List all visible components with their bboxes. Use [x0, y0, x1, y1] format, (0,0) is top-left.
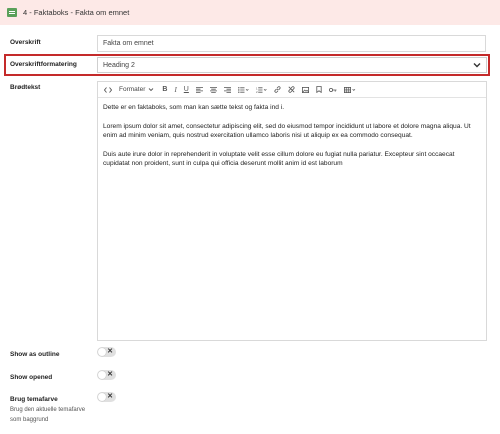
toggle-knob — [98, 393, 106, 401]
bold-icon[interactable]: B — [162, 85, 167, 95]
formats-chevron-icon — [149, 88, 154, 92]
show-opened-label: Show opened — [10, 374, 53, 381]
align-right-icon[interactable] — [223, 85, 231, 95]
toggle-knob — [98, 371, 106, 379]
block-title: 4 - Faktaboks - Fakta om emnet — [23, 8, 130, 17]
unlink-icon[interactable] — [288, 85, 295, 95]
editor-content[interactable]: Dette er en faktaboks, som man kan sætte… — [98, 98, 486, 183]
svg-text:2: 2 — [256, 89, 258, 92]
formats-dropdown[interactable]: Formater — [119, 85, 154, 95]
key-link-icon[interactable] — [328, 85, 337, 95]
close-icon: ✕ — [107, 371, 113, 378]
italic-icon[interactable]: I — [174, 85, 176, 95]
bookmark-icon[interactable] — [316, 85, 322, 95]
editor-toolbar: Formater B I U 12 — [98, 82, 486, 98]
underline-icon[interactable]: U — [184, 85, 189, 95]
close-icon: ✕ — [107, 348, 113, 355]
align-center-icon[interactable] — [209, 85, 217, 95]
temafarve-label: Brug temafarve — [10, 396, 58, 403]
rich-text-editor[interactable]: Formater B I U 12 Dette er en faktaboks,… — [97, 81, 487, 341]
link-icon[interactable] — [274, 85, 281, 95]
bullet-list-icon[interactable] — [237, 85, 249, 95]
brodtekst-label: Brødtekst — [10, 84, 41, 91]
formatering-value: Heading 2 — [103, 61, 135, 69]
table-icon[interactable] — [343, 85, 356, 95]
numbered-list-icon[interactable]: 12 — [256, 85, 267, 95]
formatering-select[interactable]: Heading 2 — [97, 57, 487, 73]
block-header[interactable]: 4 - Faktaboks - Fakta om emnet — [0, 0, 500, 25]
overskrift-value: Fakta om emnet — [103, 40, 154, 47]
overskrift-input[interactable]: Fakta om emnet — [97, 35, 486, 52]
align-left-icon[interactable] — [195, 85, 203, 95]
chevron-down-icon — [473, 63, 481, 68]
show-outline-toggle[interactable]: ✕ — [97, 347, 116, 357]
temafarve-toggle[interactable]: ✕ — [97, 392, 116, 402]
editor-paragraph: Dette er en faktaboks, som man kan sætte… — [103, 104, 285, 111]
overskrift-label: Overskrift — [10, 39, 41, 46]
image-icon[interactable] — [301, 85, 309, 95]
close-icon: ✕ — [107, 393, 113, 400]
show-outline-label: Show as outline — [10, 351, 60, 358]
editor-paragraph: Duis aute irure dolor in reprehenderit i… — [103, 150, 455, 167]
temafarve-help-line-2: som baggrund — [10, 417, 49, 423]
toggle-knob — [98, 348, 106, 356]
show-opened-toggle[interactable]: ✕ — [97, 370, 116, 380]
temafarve-help-line-1: Brug den aktuelle temafarve — [10, 407, 86, 413]
formats-label: Formater — [119, 86, 146, 93]
code-icon[interactable] — [104, 85, 112, 95]
block-icon — [7, 8, 17, 17]
editor-paragraph: Lorem ipsum dolor sit amet, consectetur … — [103, 122, 471, 139]
